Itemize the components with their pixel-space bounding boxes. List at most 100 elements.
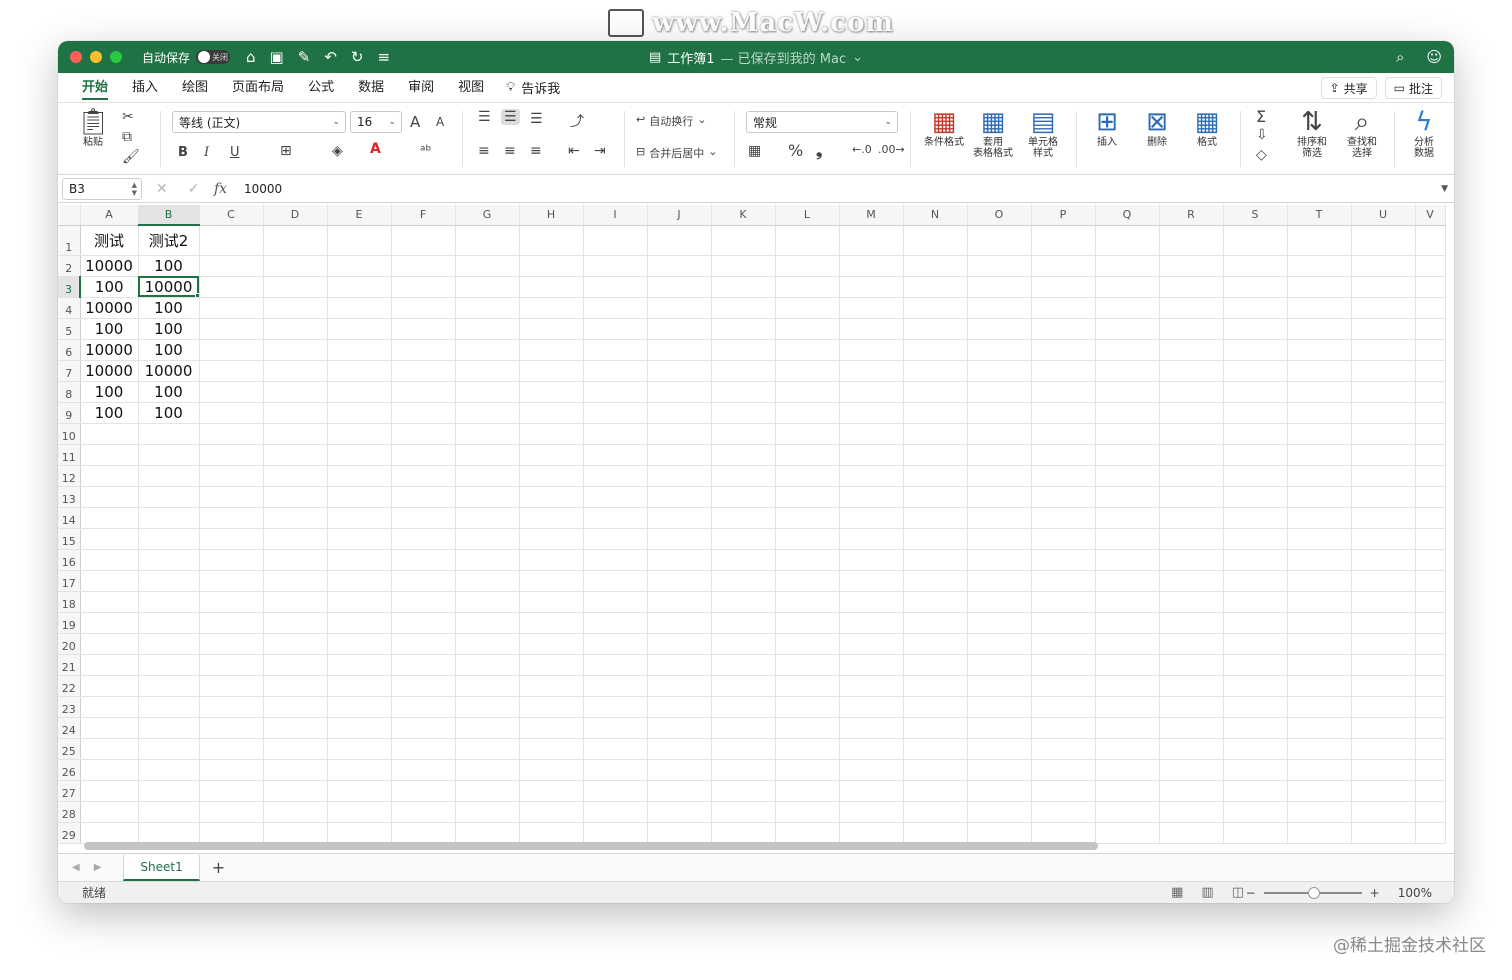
italic-button[interactable]: I: [204, 145, 209, 160]
align-bottom-icon[interactable]: ☰: [530, 111, 543, 127]
cell-l8[interactable]: [775, 381, 840, 403]
cell-p8[interactable]: [1031, 381, 1096, 403]
cell-e29[interactable]: [327, 822, 392, 844]
cell-c8[interactable]: [199, 381, 264, 403]
column-header-c[interactable]: C: [199, 205, 264, 226]
cell-r9[interactable]: [1159, 402, 1224, 424]
cell-k12[interactable]: [711, 465, 776, 487]
cell-t27[interactable]: [1287, 780, 1352, 802]
cell-l1[interactable]: [775, 225, 840, 256]
cell-styles-button[interactable]: ▤ 单元格 样式: [1018, 107, 1068, 171]
cell-o4[interactable]: [967, 297, 1032, 319]
cell-b22[interactable]: [138, 675, 200, 697]
cell-c10[interactable]: [199, 423, 264, 445]
cell-j8[interactable]: [647, 381, 712, 403]
cell-s13[interactable]: [1223, 486, 1288, 508]
cell-h26[interactable]: [519, 759, 584, 781]
cell-t8[interactable]: [1287, 381, 1352, 403]
cell-s21[interactable]: [1223, 654, 1288, 676]
cell-s6[interactable]: [1223, 339, 1288, 361]
cell-n1[interactable]: [903, 225, 968, 256]
cell-f9[interactable]: [391, 402, 456, 424]
cell-b13[interactable]: [138, 486, 200, 508]
cell-l26[interactable]: [775, 759, 840, 781]
cell-f20[interactable]: [391, 633, 456, 655]
merge-center-button[interactable]: ⊟ 合并后居中 ⌄: [636, 145, 717, 161]
cell-p4[interactable]: [1031, 297, 1096, 319]
cell-p20[interactable]: [1031, 633, 1096, 655]
cell-h27[interactable]: [519, 780, 584, 802]
cell-o9[interactable]: [967, 402, 1032, 424]
cell-f26[interactable]: [391, 759, 456, 781]
cell-e19[interactable]: [327, 612, 392, 634]
cell-a18[interactable]: [80, 591, 139, 613]
cell-b11[interactable]: [138, 444, 200, 466]
cell-a5[interactable]: 100: [80, 318, 139, 340]
row-header-18[interactable]: 18: [58, 591, 81, 613]
cell-b7[interactable]: 10000: [138, 360, 200, 382]
cell-b25[interactable]: [138, 738, 200, 760]
cell-p28[interactable]: [1031, 801, 1096, 823]
row-header-10[interactable]: 10: [58, 423, 81, 445]
cell-n22[interactable]: [903, 675, 968, 697]
currency-icon[interactable]: ▦: [748, 143, 761, 159]
cell-m29[interactable]: [839, 822, 904, 844]
orientation-icon[interactable]: ⤴: [570, 111, 584, 131]
row-header-4[interactable]: 4: [58, 297, 81, 319]
cell-q29[interactable]: [1095, 822, 1160, 844]
cell-d25[interactable]: [263, 738, 328, 760]
tab-review[interactable]: 审阅: [396, 73, 446, 103]
cell-o24[interactable]: [967, 717, 1032, 739]
cell-b8[interactable]: 100: [138, 381, 200, 403]
cell-e3[interactable]: [327, 276, 392, 298]
cell-q28[interactable]: [1095, 801, 1160, 823]
cell-i22[interactable]: [583, 675, 648, 697]
cell-v14[interactable]: [1415, 507, 1446, 529]
cell-d1[interactable]: [263, 225, 328, 256]
cell-r27[interactable]: [1159, 780, 1224, 802]
cell-l2[interactable]: [775, 255, 840, 277]
cell-p7[interactable]: [1031, 360, 1096, 382]
cell-o15[interactable]: [967, 528, 1032, 550]
cell-g26[interactable]: [455, 759, 520, 781]
cell-s15[interactable]: [1223, 528, 1288, 550]
cell-j10[interactable]: [647, 423, 712, 445]
cell-t6[interactable]: [1287, 339, 1352, 361]
customize-icon[interactable]: ≡: [377, 48, 390, 66]
cell-f17[interactable]: [391, 570, 456, 592]
cell-l7[interactable]: [775, 360, 840, 382]
cell-u8[interactable]: [1351, 381, 1416, 403]
cell-e2[interactable]: [327, 255, 392, 277]
decrease-decimal-icon[interactable]: .00→: [878, 143, 905, 156]
cell-q26[interactable]: [1095, 759, 1160, 781]
cell-a28[interactable]: [80, 801, 139, 823]
cell-n20[interactable]: [903, 633, 968, 655]
cell-c25[interactable]: [199, 738, 264, 760]
cell-i21[interactable]: [583, 654, 648, 676]
cell-b17[interactable]: [138, 570, 200, 592]
cell-l22[interactable]: [775, 675, 840, 697]
cell-q11[interactable]: [1095, 444, 1160, 466]
cell-r2[interactable]: [1159, 255, 1224, 277]
cell-m10[interactable]: [839, 423, 904, 445]
cell-f19[interactable]: [391, 612, 456, 634]
cell-l21[interactable]: [775, 654, 840, 676]
cell-t26[interactable]: [1287, 759, 1352, 781]
cell-g15[interactable]: [455, 528, 520, 550]
cell-l17[interactable]: [775, 570, 840, 592]
cell-p6[interactable]: [1031, 339, 1096, 361]
cell-d6[interactable]: [263, 339, 328, 361]
name-box[interactable]: B3 ▲ ▼: [62, 178, 142, 200]
cell-l19[interactable]: [775, 612, 840, 634]
save-icon[interactable]: ▣: [270, 48, 284, 66]
cell-u5[interactable]: [1351, 318, 1416, 340]
cell-b5[interactable]: 100: [138, 318, 200, 340]
cell-e1[interactable]: [327, 225, 392, 256]
cell-m23[interactable]: [839, 696, 904, 718]
cell-p5[interactable]: [1031, 318, 1096, 340]
insert-cells-button[interactable]: ⊞ 插入: [1084, 107, 1130, 171]
cell-d24[interactable]: [263, 717, 328, 739]
cell-m7[interactable]: [839, 360, 904, 382]
comments-button[interactable]: ▭ 批注: [1384, 77, 1442, 99]
cell-h14[interactable]: [519, 507, 584, 529]
